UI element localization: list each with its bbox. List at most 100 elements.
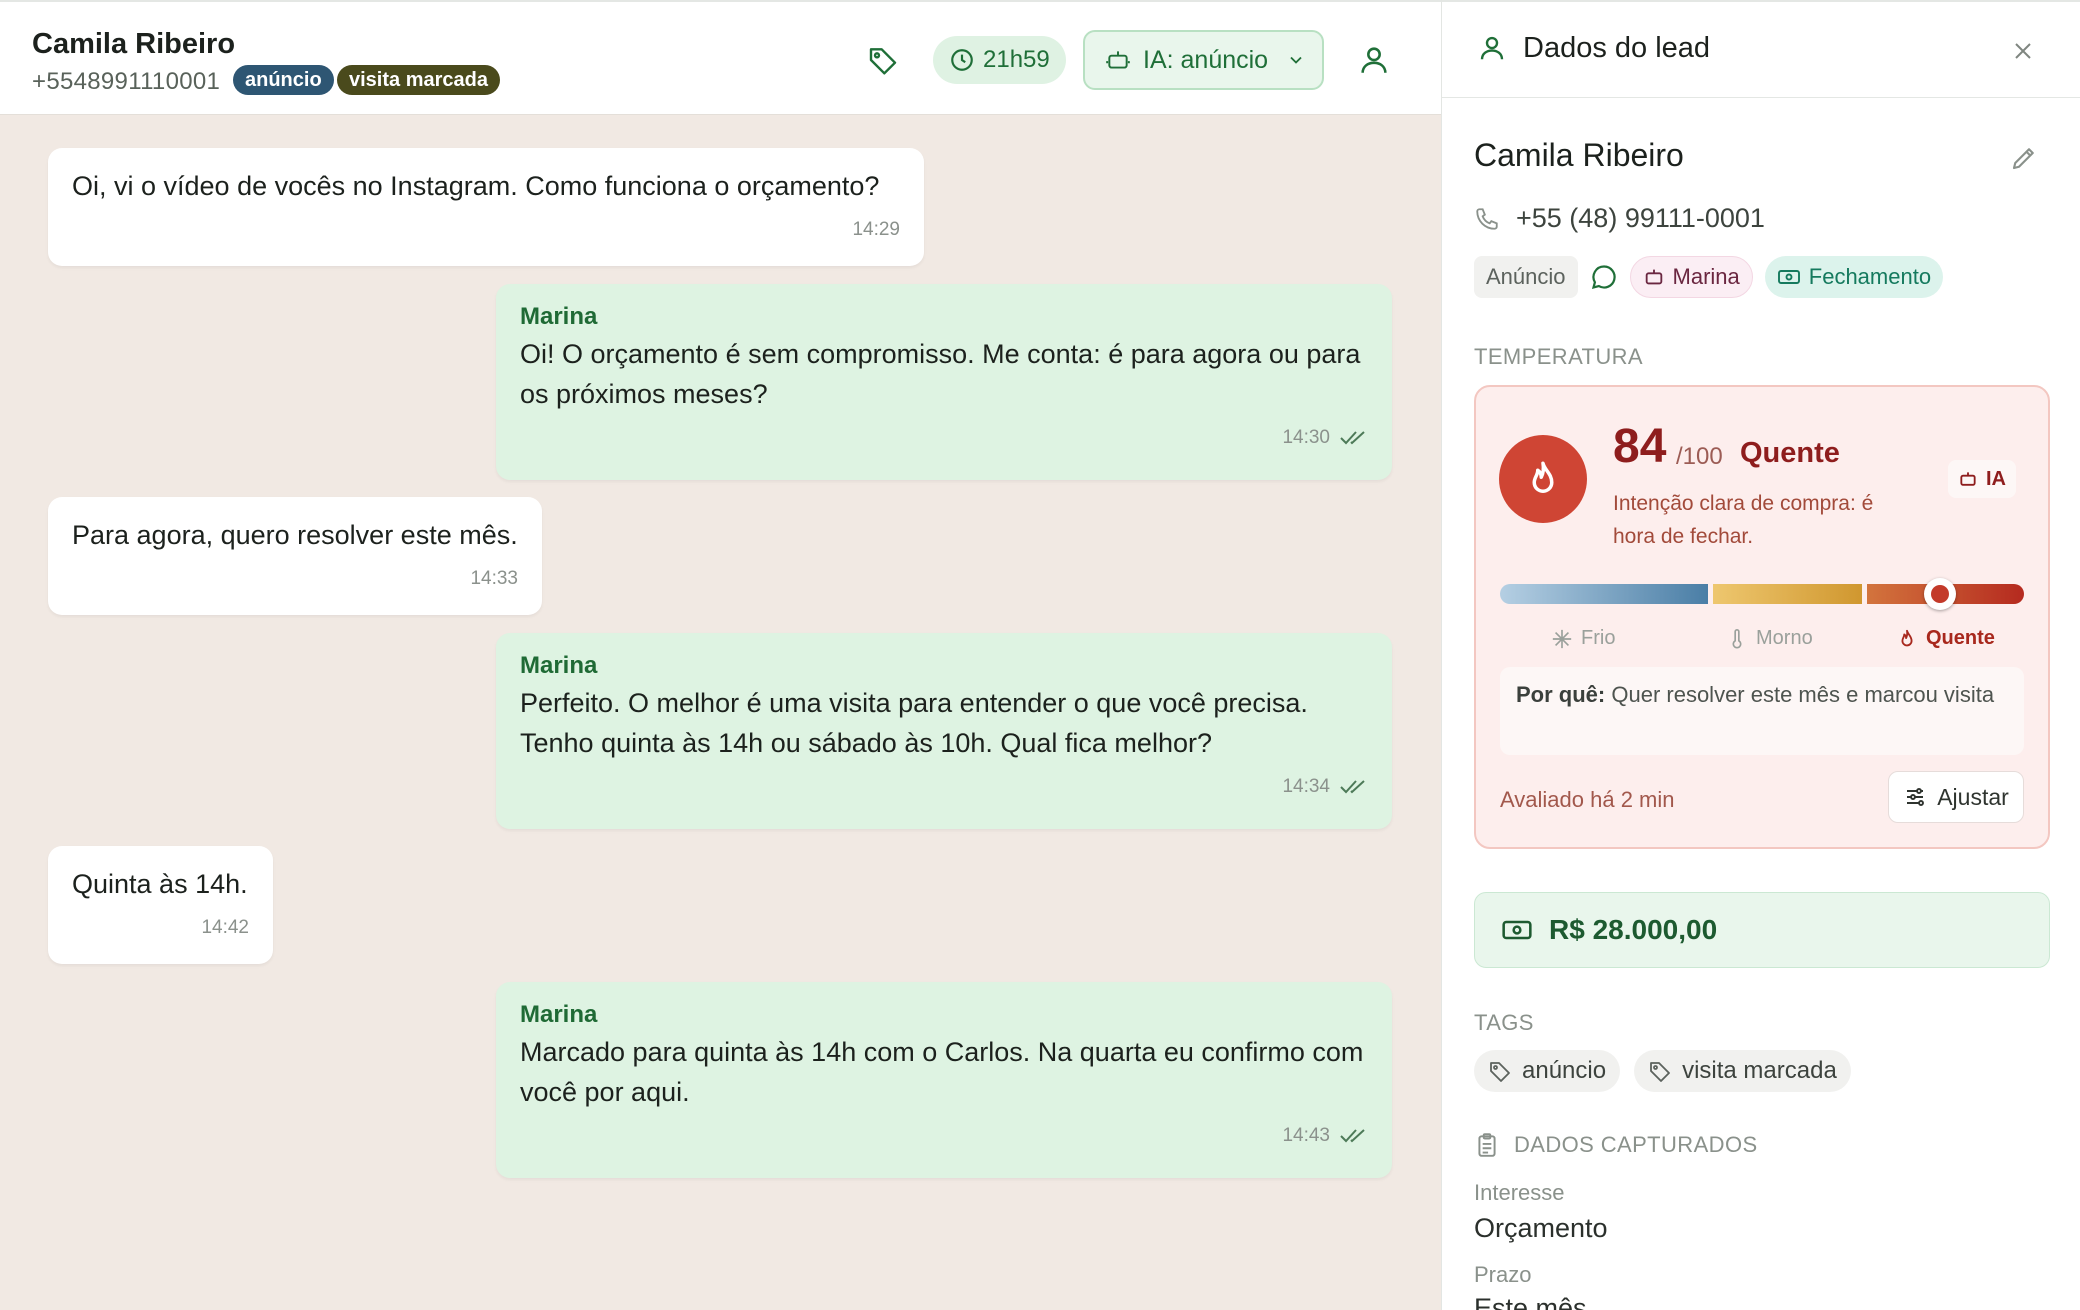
legend-quente-label: Quente xyxy=(1926,627,1995,649)
field-label-prazo: Prazo xyxy=(1474,1262,1532,1287)
tag-button[interactable] xyxy=(862,39,904,81)
edit-lead-button[interactable] xyxy=(2004,138,2044,178)
flame-badge xyxy=(1499,435,1587,523)
robot-icon xyxy=(1643,266,1665,288)
source-label: Anúncio xyxy=(1486,264,1566,289)
legend-morno-label: Morno xyxy=(1756,627,1813,649)
message-sender: Marina xyxy=(520,652,598,679)
agent-label: Marina xyxy=(1672,264,1740,289)
field-value-prazo: Este mês xyxy=(1474,1293,1587,1310)
flame-icon xyxy=(1522,458,1564,500)
field-label-interesse: Interesse xyxy=(1474,1180,1565,1205)
double-check-icon xyxy=(1340,778,1368,796)
sliders-icon xyxy=(1903,785,1927,809)
message-bubble: Oi, vi o vídeo de vocês no Instagram. Co… xyxy=(48,148,924,266)
tag-label: anúncio xyxy=(1522,1057,1607,1084)
temperature-bar-warm xyxy=(1713,584,1862,604)
temperature-label: Quente xyxy=(1740,437,1840,469)
lead-phone[interactable]: +55 (48) 99111-0001 xyxy=(1516,203,1765,234)
chat-panel: Camila Ribeiro +5548991110001 anúncio vi… xyxy=(0,0,1441,1310)
user-icon xyxy=(1477,33,1507,63)
temperature-bar[interactable] xyxy=(1500,578,2024,610)
thermometer-icon xyxy=(1726,628,1748,650)
message-text: Quinta às 14h. xyxy=(72,869,248,899)
deal-value[interactable]: R$ 28.000,00 xyxy=(1474,892,2050,968)
lead-chips: Anúncio Marina Fechamento xyxy=(1474,256,1944,298)
chat-bubble-icon xyxy=(1590,263,1618,291)
legend-frio: Frio xyxy=(1551,627,1615,650)
message-bubble: Marina Marcado para quinta às 14h com o … xyxy=(496,982,1392,1178)
temperature-reason: Por quê: Quer resolver este mês e marcou… xyxy=(1500,667,2024,755)
chevron-down-icon xyxy=(1286,50,1306,70)
contact-name[interactable]: Camila Ribeiro xyxy=(32,28,235,61)
lead-phone-row: +55 (48) 99111-0001 xyxy=(1474,203,1765,234)
ia-mode-label: IA: anúncio xyxy=(1143,45,1269,74)
adjust-button[interactable]: Ajustar xyxy=(1888,771,2024,823)
banknote-icon xyxy=(1501,914,1533,946)
user-icon xyxy=(1357,43,1391,77)
legend-quente: Quente xyxy=(1896,627,1995,650)
message-bubble: Quinta às 14h. 14:42 xyxy=(48,846,273,964)
captured-section-header: DADOS CAPTURADOS xyxy=(1474,1132,1758,1158)
temperature-max: /100 xyxy=(1676,443,1723,470)
chat-header: Camila Ribeiro +5548991110001 anúncio vi… xyxy=(0,0,1441,115)
temperature-bar-cold xyxy=(1500,584,1708,604)
message-time: 14:42 xyxy=(201,917,249,938)
tags-section-label: TAGS xyxy=(1474,1010,1534,1035)
phone-icon xyxy=(1474,206,1500,232)
evaluated-time: Avaliado há 2 min xyxy=(1500,787,1675,812)
message-text: Marcado para quinta às 14h com o Carlos.… xyxy=(520,1037,1364,1107)
clipboard-icon xyxy=(1474,1132,1500,1158)
lead-panel-toggle[interactable] xyxy=(1352,38,1396,82)
robot-icon xyxy=(1105,47,1131,73)
message-sender: Marina xyxy=(520,1001,598,1028)
robot-icon xyxy=(1958,469,1978,489)
snowflake-icon xyxy=(1551,628,1573,650)
legend-frio-label: Frio xyxy=(1581,627,1616,649)
lead-panel-header: Dados do lead xyxy=(1442,0,2080,98)
pencil-icon xyxy=(2009,143,2039,173)
ia-tag: IA xyxy=(1948,460,2016,498)
message-time: 14:34 xyxy=(1282,776,1330,797)
banknote-icon xyxy=(1777,265,1801,289)
timer-text: 21h59 xyxy=(983,46,1050,73)
message-time: 14:33 xyxy=(470,568,518,589)
lead-panel: Dados do lead Camila Ribeiro +55 (48) 99… xyxy=(1441,0,2080,1310)
close-button[interactable] xyxy=(2006,34,2040,68)
header-badge-visita: visita marcada xyxy=(337,65,500,95)
message-time: 14:30 xyxy=(1282,427,1330,448)
message-sender: Marina xyxy=(520,303,598,330)
temperature-score: 84 xyxy=(1613,420,1667,473)
close-icon xyxy=(2011,39,2035,63)
agent-chip[interactable]: Marina xyxy=(1629,256,1753,298)
message-text: Oi, vi o vídeo de vocês no Instagram. Co… xyxy=(72,171,880,201)
flame-icon xyxy=(1896,628,1918,650)
clock-icon xyxy=(949,47,975,73)
message-text: Para agora, quero resolver este mês. xyxy=(72,520,518,550)
temperature-card: 84 /100 Quente Intenção clara de compra:… xyxy=(1474,385,2050,849)
tag-chip[interactable]: anúncio xyxy=(1474,1050,1621,1092)
header-badge-anuncio: anúncio xyxy=(233,65,334,95)
captured-section-label: DADOS CAPTURADOS xyxy=(1514,1132,1758,1157)
stage-chip[interactable]: Fechamento xyxy=(1764,256,1944,298)
message-text: Perfeito. O melhor é uma visita para ent… xyxy=(520,688,1308,758)
message-bubble: Marina Perfeito. O melhor é uma visita p… xyxy=(496,633,1392,829)
tag-chip[interactable]: visita marcada xyxy=(1634,1050,1851,1092)
ia-mode-select[interactable]: IA: anúncio xyxy=(1083,30,1324,90)
tag-label: visita marcada xyxy=(1682,1057,1837,1084)
message-bubble: Para agora, quero resolver este mês. 14:… xyxy=(48,497,542,615)
deal-value-text: R$ 28.000,00 xyxy=(1549,914,1718,945)
adjust-label: Ajustar xyxy=(1937,783,2009,810)
double-check-icon xyxy=(1340,1127,1368,1145)
contact-phone: +5548991110001 xyxy=(32,68,221,95)
tag-icon xyxy=(1648,1059,1672,1083)
message-bubble: Marina Oi! O orçamento é sem compromisso… xyxy=(496,284,1392,480)
temperature-description: Intenção clara de compra: é hora de fech… xyxy=(1613,492,1874,548)
tag-icon xyxy=(1488,1059,1512,1083)
response-timer: 21h59 xyxy=(933,36,1066,84)
field-value-interesse: Orçamento xyxy=(1474,1213,1608,1243)
temperature-section-label: TEMPERATURA xyxy=(1474,344,1644,369)
tag-icon xyxy=(867,44,899,76)
legend-morno: Morno xyxy=(1726,627,1813,650)
temperature-slider-handle[interactable] xyxy=(1924,578,1957,610)
